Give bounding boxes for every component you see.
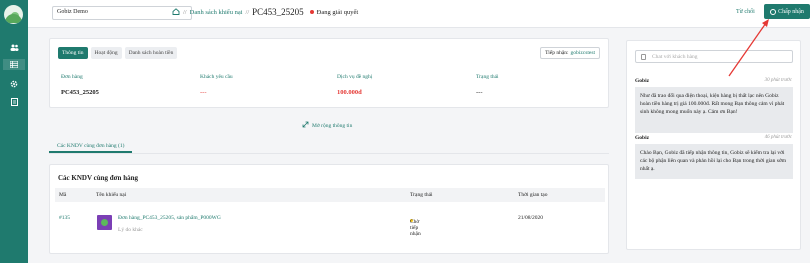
field-service-proposal: Dịch vụ đề nghị 100.000đ bbox=[337, 74, 372, 96]
message-bubble: Chào Bạn, Gobiz đã tiếp nhận thông tin, … bbox=[635, 144, 793, 179]
message-sender: Gobiz bbox=[635, 135, 650, 141]
column-created: Thời gian tạo bbox=[518, 192, 548, 198]
tab-divider bbox=[49, 153, 609, 154]
status-text: Đang giải quyết bbox=[316, 8, 359, 16]
workspace-name: Gobiz Demo bbox=[57, 9, 88, 15]
receiver-badge: Tiếp nhận: gobizcstest bbox=[540, 47, 600, 59]
app-logo[interactable] bbox=[4, 5, 23, 24]
status-badge: Đang giải quyết bbox=[309, 8, 359, 16]
tab-refund-list[interactable]: Danh sách hoàn tiền bbox=[124, 47, 178, 59]
receiver-label: Tiếp nhận: bbox=[545, 50, 569, 56]
workspace-select[interactable]: Gobiz Demo bbox=[52, 6, 192, 20]
field-order: Đơn hàng PC453_25205 bbox=[61, 74, 99, 96]
breadcrumb-complaints-link[interactable]: Danh sách khiếu nại bbox=[190, 9, 243, 16]
field-value: --- bbox=[476, 89, 483, 96]
complaint-code-link[interactable]: #135 bbox=[59, 215, 70, 221]
breadcrumb-separator: // bbox=[245, 8, 250, 16]
tab-related-complaints[interactable]: Các KNDV cùng đơn hàng (1) bbox=[49, 140, 133, 153]
product-thumbnail bbox=[97, 215, 112, 230]
complaint-detail-card: Thông tin Hoạt động Danh sách hoàn tiền … bbox=[49, 38, 609, 108]
expand-icon bbox=[302, 121, 309, 130]
breadcrumb: // Danh sách khiếu nại // PC453_25205 Đa… bbox=[172, 7, 358, 17]
table-row[interactable]: #135 Đơn hàng_PC453_25205, sản phẩm_P000… bbox=[55, 209, 605, 239]
complaint-status-text: Chờ tiếp nhận bbox=[410, 219, 421, 237]
chat-placeholder: Chat với khách hàng bbox=[652, 54, 698, 60]
field-value: 100.000đ bbox=[337, 89, 362, 96]
check-circle-icon bbox=[770, 8, 777, 15]
document-icon[interactable] bbox=[8, 96, 20, 107]
field-label: Trạng thái bbox=[476, 74, 499, 80]
accept-label: Chấp nhận bbox=[778, 8, 804, 15]
expand-info-link[interactable]: Mở rộng thông tin bbox=[302, 121, 352, 130]
field-label: Đơn hàng bbox=[61, 74, 83, 80]
column-status: Trạng thái bbox=[410, 192, 433, 198]
message-sender: Gobiz bbox=[635, 78, 650, 84]
breadcrumb-current: PC453_25205 bbox=[252, 7, 304, 17]
list-icon[interactable] bbox=[3, 59, 25, 70]
field-status: Trạng thái --- bbox=[476, 74, 499, 96]
field-value: --- bbox=[200, 89, 207, 96]
annotation-arrow bbox=[728, 19, 769, 77]
complaint-created: 21/08/2020 bbox=[518, 215, 544, 221]
complaint-reason: Lý do khác bbox=[118, 227, 143, 233]
people-icon[interactable] bbox=[8, 42, 20, 53]
tab-activity[interactable]: Hoạt động bbox=[90, 47, 122, 59]
field-label: Khách yêu cầu bbox=[200, 74, 233, 80]
field-value: PC453_25205 bbox=[61, 89, 99, 96]
status-dot bbox=[309, 10, 314, 14]
complaint-title-link[interactable]: Đơn hàng_PC453_25205, sản phẩm_P000WG bbox=[118, 215, 221, 221]
tab-info[interactable]: Thông tin bbox=[58, 47, 88, 59]
column-code: Mã bbox=[59, 192, 67, 198]
breadcrumb-separator: // bbox=[183, 8, 187, 16]
field-customer-request: Khách yêu cầu --- bbox=[200, 74, 233, 96]
column-title: Tên khiếu nại bbox=[96, 192, 127, 198]
expand-label: Mở rộng thông tin bbox=[312, 122, 353, 129]
message-time: 46 phút trước bbox=[764, 135, 792, 140]
home-icon[interactable] bbox=[172, 7, 180, 17]
detail-tabs: Thông tin Hoạt động Danh sách hoàn tiền bbox=[58, 47, 180, 59]
message-bubble: Như đã trao đổi qua điện thoại, kiện hàn… bbox=[635, 87, 793, 133]
chat-icon bbox=[641, 54, 646, 60]
sidebar bbox=[0, 0, 28, 263]
receiver-value: gobizcstest bbox=[570, 50, 595, 56]
related-complaints-card: Các KNDV cùng đơn hàng Mã Tên khiếu nại … bbox=[49, 164, 609, 254]
field-label: Dịch vụ đề nghị bbox=[337, 74, 373, 80]
table-header: Mã Tên khiếu nại Trạng thái Thời gian tạ… bbox=[55, 188, 605, 202]
settings-icon[interactable] bbox=[8, 78, 20, 89]
top-bar: Gobiz Demo // Danh sách khiếu nại // PC4… bbox=[28, 0, 810, 28]
related-heading: Các KNDV cùng đơn hàng bbox=[58, 174, 138, 182]
